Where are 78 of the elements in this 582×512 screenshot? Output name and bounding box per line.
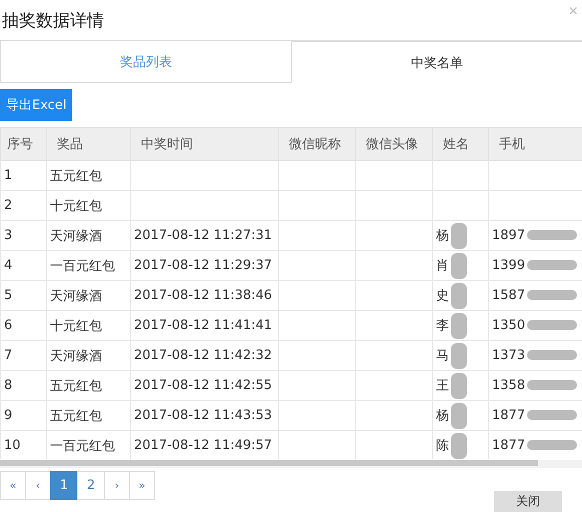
- page-button[interactable]: ‹: [25, 471, 51, 500]
- table-cell: 2017-08-12 11:49:57: [134, 438, 272, 453]
- table-cell: 1877: [492, 438, 526, 453]
- table-cell: 肖: [436, 258, 449, 274]
- redaction-mark: [527, 320, 578, 330]
- table-cell: 1399: [492, 258, 526, 273]
- table-cell: 十元红包: [50, 198, 102, 214]
- table-cell: 8: [4, 378, 12, 393]
- page-button[interactable]: «: [0, 471, 26, 500]
- table-cell: 1: [4, 168, 12, 183]
- redaction-mark: [527, 260, 578, 270]
- table-cell: 7: [4, 348, 12, 363]
- column-header: 微信头像: [356, 128, 432, 160]
- table-cell: 十元红包: [50, 318, 102, 334]
- redaction-mark: [451, 252, 467, 278]
- table-cell: 陈: [436, 438, 449, 454]
- column-header: 奖品: [46, 128, 130, 160]
- table-cell: 2017-08-12 11:41:41: [134, 318, 272, 333]
- redaction-mark: [451, 222, 467, 248]
- table-cell: 2017-08-12 11:27:31: [134, 228, 272, 243]
- page-button[interactable]: 1: [50, 471, 78, 500]
- column-header: 序号: [0, 128, 46, 160]
- table-cell: 杨: [436, 408, 449, 424]
- redaction-mark: [451, 402, 467, 428]
- table-cell: 史: [436, 288, 449, 304]
- table-cell: 2017-08-12 11:38:46: [134, 288, 272, 303]
- table-cell: 1350: [492, 318, 526, 333]
- table-cell: 1587: [492, 288, 526, 303]
- table-cell: 五元红包: [50, 168, 102, 184]
- redaction-mark: [527, 410, 578, 420]
- export-button[interactable]: 导出Excel: [0, 89, 72, 121]
- redaction-mark: [451, 432, 467, 458]
- tab[interactable]: 奖品列表: [0, 41, 292, 83]
- table-cell: 5: [4, 288, 12, 303]
- page-button[interactable]: ›: [104, 471, 130, 500]
- column-header: 中奖时间: [130, 128, 278, 160]
- redaction-mark: [527, 350, 578, 360]
- table-cell: 3: [4, 228, 12, 243]
- redaction-mark: [451, 342, 467, 368]
- redaction-mark: [527, 380, 578, 390]
- page-button[interactable]: »: [129, 471, 155, 500]
- table-cell: 10: [4, 438, 21, 453]
- table-cell: 1358: [492, 378, 526, 393]
- redaction-mark: [527, 290, 578, 300]
- table-cell: 1373: [492, 348, 526, 363]
- table-cell: 五元红包: [50, 378, 102, 394]
- table-cell: 一百元红包: [50, 258, 115, 274]
- table-cell: 2017-08-12 11:43:53: [134, 408, 272, 423]
- redaction-mark: [527, 230, 578, 240]
- table-cell: 6: [4, 318, 12, 333]
- table-cell: 王: [436, 378, 449, 394]
- table-cell: 2017-08-12 11:42:32: [134, 348, 272, 363]
- table-cell: 1897: [492, 228, 526, 243]
- scrollbar-thumb[interactable]: [0, 460, 538, 466]
- page-button[interactable]: 2: [77, 471, 105, 500]
- column-header: 手机: [488, 128, 582, 160]
- table-cell: 天河缘酒: [50, 348, 102, 364]
- dialog-title: 抽奖数据详情: [1, 10, 104, 32]
- redaction-mark: [451, 282, 467, 308]
- table-cell: 4: [4, 258, 12, 273]
- redaction-mark: [451, 312, 467, 338]
- table-cell: 一百元红包: [50, 438, 115, 454]
- table-cell: 2017-08-12 11:42:55: [134, 378, 272, 393]
- table-cell: 9: [4, 408, 12, 423]
- column-header: 姓名: [432, 128, 488, 160]
- table-cell: 李: [436, 318, 449, 334]
- redaction-mark: [451, 372, 467, 398]
- table-cell: 天河缘酒: [50, 288, 102, 304]
- table-cell: 杨: [436, 228, 449, 244]
- close-button[interactable]: 关闭: [494, 491, 562, 512]
- table-cell: 五元红包: [50, 408, 102, 424]
- table-cell: 2: [4, 198, 12, 213]
- table-cell: 天河缘酒: [50, 228, 102, 244]
- redaction-mark: [527, 440, 578, 450]
- table-cell: 2017-08-12 11:29:37: [134, 258, 272, 273]
- table-cell: 1877: [492, 408, 526, 423]
- column-header: 微信昵称: [278, 128, 356, 160]
- table-cell: 马: [436, 348, 449, 364]
